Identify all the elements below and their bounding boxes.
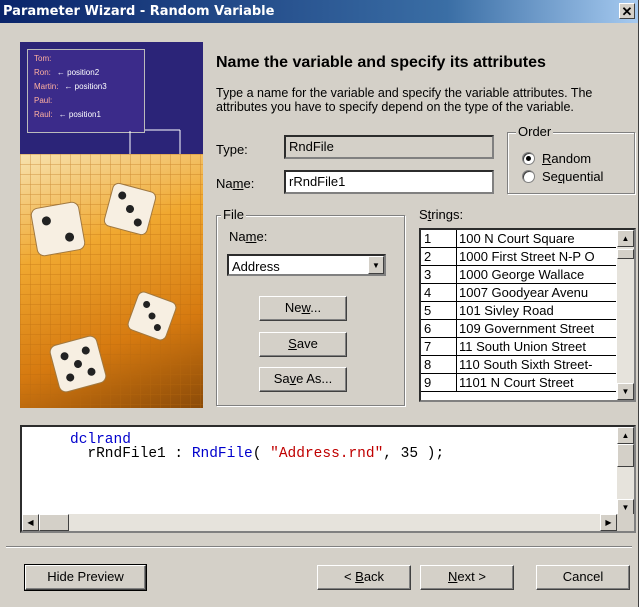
file-select[interactable]: Address ▼: [227, 254, 386, 276]
illustration-header: Tom: Ron: ← position2 Martin: ← position3 …: [20, 42, 203, 154]
scroll-right-icon[interactable]: ▶: [600, 514, 617, 531]
row-number: 5: [421, 302, 457, 319]
wizard-illustration: Tom: Ron: ← position2 Martin: ← position3 …: [20, 42, 203, 408]
page-description: Type a name for the variable and specify…: [216, 86, 593, 114]
close-button[interactable]: ✕: [619, 3, 635, 19]
scroll-up-icon[interactable]: ▲: [617, 230, 634, 247]
scroll-corner: [617, 514, 634, 531]
row-number: 1: [421, 230, 457, 247]
file-select-value: Address: [232, 259, 280, 274]
row-number: 2: [421, 248, 457, 265]
scroll-up-icon[interactable]: ▲: [617, 427, 634, 444]
scroll-down-icon[interactable]: ▼: [617, 383, 634, 400]
code-token: , 35 );: [383, 446, 445, 462]
table-row[interactable]: 5 101 Sivley Road: [421, 302, 616, 320]
table-row[interactable]: 7 11 South Union Street: [421, 338, 616, 356]
code-text: dclrand rRndFile1 : RndFile( "Address.rn…: [70, 433, 445, 462]
preview-hscroll[interactable]: ◀ ▶: [22, 514, 617, 531]
radio-unselected-icon: [522, 169, 535, 183]
row-number: 4: [421, 284, 457, 301]
row-number: 3: [421, 266, 457, 283]
row-value[interactable]: 100 N Court Square: [459, 230, 616, 247]
strings-grid[interactable]: 1 100 N Court Square 2 1000 First Street N…: [419, 228, 636, 402]
code-function: RndFile: [191, 446, 253, 462]
row-number: 6: [421, 320, 457, 337]
scroll-thumb[interactable]: [617, 444, 634, 467]
footer-divider: [6, 546, 632, 548]
save-file-button[interactable]: Save: [259, 332, 347, 357]
next-button[interactable]: Next >: [420, 565, 514, 590]
hide-preview-button[interactable]: Hide Preview: [24, 564, 147, 591]
back-button[interactable]: < Back: [317, 565, 411, 590]
strings-scrollbar[interactable]: ▲ ▼: [617, 230, 634, 400]
dice-image: [20, 154, 203, 408]
table-row[interactable]: 4 1007 Goodyear Avenu: [421, 284, 616, 302]
table-row[interactable]: 1 100 N Court Square: [421, 230, 616, 248]
row-value[interactable]: 1101 N Court Street: [459, 374, 616, 391]
type-value: RndFile: [289, 139, 334, 154]
title-bar[interactable]: Parameter Wizard - Random Variable ✕: [0, 0, 638, 23]
radio-selected-icon: [522, 151, 535, 165]
order-random-radio[interactable]: Random: [522, 150, 591, 166]
row-value[interactable]: 110 South Sixth Street-: [459, 356, 616, 373]
radio-label: Random: [542, 150, 592, 166]
row-value[interactable]: 101 Sivley Road: [459, 302, 616, 319]
table-row[interactable]: 2 1000 First Street N-P O: [421, 248, 616, 266]
row-value[interactable]: 11 South Union Street: [459, 338, 616, 355]
row-value[interactable]: 109 Government Street: [459, 320, 616, 337]
order-sequential-radio[interactable]: Sequential: [522, 168, 603, 184]
row-value[interactable]: 1007 Goodyear Avenu: [459, 284, 616, 301]
tag-lines: [129, 129, 181, 154]
strings-label: Strings:: [419, 207, 464, 222]
scroll-thumb[interactable]: [617, 249, 634, 259]
type-label: Type:: [216, 142, 248, 157]
preview-vscroll[interactable]: ▲ ▼: [617, 427, 634, 516]
table-row[interactable]: 8 110 South Sixth Street-: [421, 356, 616, 374]
file-name-label: Name:: [229, 229, 268, 244]
page-heading: Name the variable and specify its attrib…: [216, 54, 546, 71]
table-row[interactable]: 6 109 Government Street: [421, 320, 616, 338]
save-as-file-button[interactable]: Save As...: [259, 367, 347, 392]
type-field: RndFile: [284, 135, 494, 159]
file-group-title: File: [221, 207, 246, 222]
row-number: 9: [421, 374, 457, 391]
row-value[interactable]: 1000 First Street N-P O: [459, 248, 616, 265]
row-number: 7: [421, 338, 457, 355]
wizard-window: Parameter Wizard - Random Variable ✕ Tom…: [0, 0, 639, 607]
chevron-down-icon[interactable]: ▼: [368, 256, 384, 274]
name-label: Name:: [216, 176, 255, 191]
order-group-title: Order: [516, 124, 554, 139]
window-title: Parameter Wizard - Random Variable: [3, 4, 275, 19]
code-token: rRndFile1 :: [87, 446, 192, 462]
cancel-button[interactable]: Cancel: [536, 565, 630, 590]
scroll-thumb[interactable]: [39, 514, 69, 531]
order-group: Order Random Sequential: [507, 124, 635, 194]
table-row[interactable]: 9 1101 N Court Street: [421, 374, 616, 392]
row-number: 8: [421, 356, 457, 373]
file-group: File Name: Address ▼ New... Save Save As…: [216, 207, 405, 406]
dice-icon: [20, 154, 203, 408]
radio-label: Sequential: [542, 168, 604, 184]
name-value: rRndFile1: [289, 174, 346, 189]
new-file-button[interactable]: New...: [259, 296, 347, 321]
scroll-left-icon[interactable]: ◀: [22, 514, 39, 531]
close-icon: ✕: [621, 4, 633, 19]
row-value[interactable]: 1000 George Wallace: [459, 266, 616, 283]
code-string: "Address.rnd": [270, 446, 384, 462]
table-row[interactable]: 3 1000 George Wallace: [421, 266, 616, 284]
code-preview[interactable]: dclrand rRndFile1 : RndFile( "Address.rn…: [20, 425, 636, 533]
name-input[interactable]: rRndFile1: [284, 170, 494, 194]
code-token: (: [252, 446, 271, 462]
